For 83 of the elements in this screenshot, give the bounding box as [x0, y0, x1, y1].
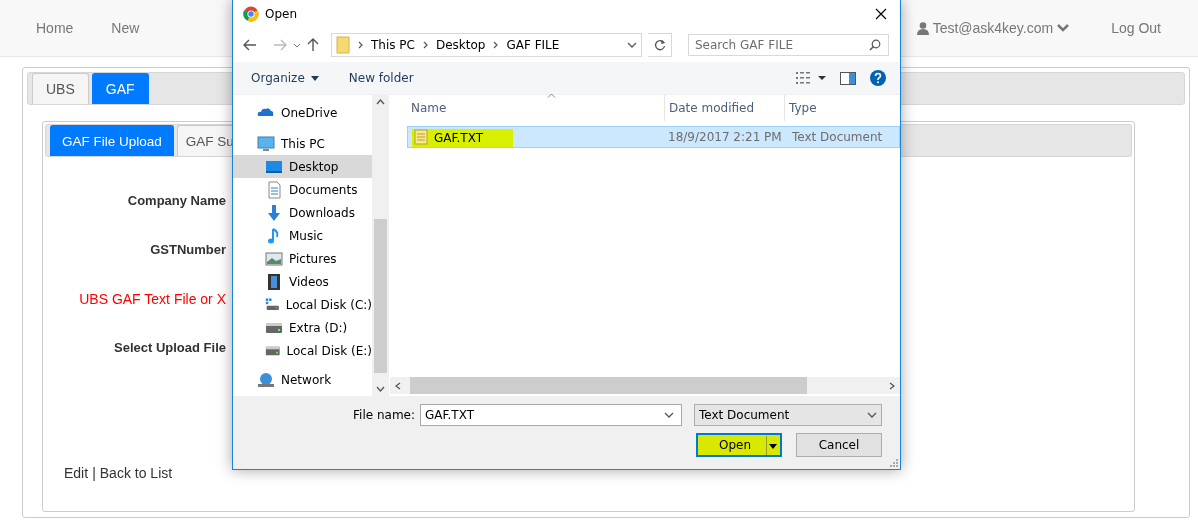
tab[interactable]: GAF — [91, 73, 149, 104]
caret-down-icon[interactable] — [627, 42, 637, 48]
tab[interactable]: UBS — [32, 73, 89, 104]
refresh-icon — [653, 39, 666, 51]
file-name-field[interactable]: GAF.TXT — [420, 404, 682, 426]
dialog-button[interactable]: Open — [696, 433, 782, 457]
folder-icon — [336, 36, 350, 54]
down-arrow-icon — [265, 203, 283, 222]
text-file-icon — [414, 129, 428, 145]
nav-item[interactable]: Desktop — [233, 155, 372, 178]
chevron-right-icon — [358, 41, 363, 49]
nav-item[interactable]: Pictures — [233, 247, 372, 270]
close-icon — [875, 8, 887, 20]
nav-item[interactable]: Downloads — [233, 201, 372, 224]
back-link[interactable]: Back to List — [99, 465, 173, 481]
nav-link[interactable]: Home — [36, 20, 74, 36]
film-icon — [265, 272, 283, 291]
scroll-up-icon[interactable] — [376, 99, 385, 105]
file-type-select[interactable]: Text Document — [694, 404, 882, 426]
up-arrow-icon[interactable] — [307, 38, 319, 52]
field-label: File name: — [352, 407, 415, 424]
refresh-button[interactable] — [648, 33, 672, 57]
sort-caret-icon — [547, 93, 556, 98]
file-name: GAF.TXT — [412, 129, 513, 147]
globe-icon — [257, 370, 275, 389]
caret-down-icon — [766, 436, 778, 456]
user-menu[interactable]: Test@ask4key.com — [932, 20, 1054, 36]
scrollbar-thumb[interactable] — [374, 219, 387, 373]
nav-item[interactable]: Documents — [233, 178, 372, 201]
date-cell-text: 18/9/2017 2:21 PM — [668, 130, 783, 144]
nav-item[interactable]: Local Disk (C:) — [233, 293, 372, 316]
nav-item[interactable]: Music — [233, 224, 372, 247]
form-label: Select Upload File — [113, 339, 226, 357]
dialog-title: Open — [265, 7, 298, 21]
logout-link[interactable]: Log Out — [1111, 20, 1161, 36]
browser-logo-icon — [243, 6, 259, 22]
form-label: UBS GAF Text File or X — [78, 290, 226, 308]
column-header[interactable]: Date modified — [665, 95, 785, 121]
resize-grip-icon[interactable] — [890, 459, 898, 467]
tab[interactable]: GAF File Upload — [50, 125, 174, 156]
chevron-right-icon — [422, 41, 428, 49]
help-icon[interactable] — [870, 70, 886, 86]
nav-item[interactable]: Extra (D:) — [233, 316, 372, 339]
breadcrumb-item[interactable]: Desktop — [435, 38, 486, 52]
breadcrumb-item[interactable]: GAF FILE — [506, 38, 560, 52]
column-header[interactable]: Type — [785, 95, 817, 121]
nav-item[interactable]: Network — [233, 368, 372, 391]
back-arrow-icon[interactable] — [243, 39, 257, 51]
nav-item[interactable]: Local Disk (E:) — [233, 339, 372, 362]
dialog-button[interactable]: Cancel — [796, 433, 882, 457]
nav-item[interactable]: OneDrive — [233, 101, 372, 124]
organize-button[interactable]: Organize — [251, 71, 319, 85]
caret-down-icon — [867, 412, 877, 418]
scroll-left-icon[interactable] — [395, 382, 401, 390]
caret-down-icon — [310, 75, 319, 81]
chevron-right-icon — [493, 41, 499, 49]
scroll-down-icon[interactable] — [376, 386, 385, 392]
scrollbar-thumb[interactable] — [410, 377, 807, 394]
nav-item[interactable]: Videos — [233, 270, 372, 293]
new-folder-button[interactable]: New folder — [348, 71, 414, 85]
caret-down-icon[interactable] — [664, 412, 674, 418]
preview-pane-icon[interactable] — [840, 71, 856, 85]
user-icon — [916, 21, 929, 35]
view-options-icon[interactable] — [796, 72, 826, 84]
picture-frame-icon — [265, 249, 283, 268]
computer-icon — [257, 134, 275, 153]
edit-link[interactable]: Edit — [64, 465, 89, 481]
caret-down-icon[interactable] — [293, 42, 301, 48]
scroll-right-icon[interactable] — [889, 382, 895, 390]
chevron-down-icon — [1057, 24, 1070, 32]
nav-link[interactable]: New — [111, 20, 140, 36]
file-row[interactable]: GAF.TXT 18/9/2017 2:21 PM Text Document — [407, 126, 900, 148]
column-header[interactable]: Name — [407, 95, 665, 121]
document-icon — [265, 180, 283, 199]
form-label: GSTNumber — [149, 241, 226, 259]
breadcrumb-item[interactable]: This PC — [371, 38, 415, 52]
form-label: Company Name — [126, 192, 226, 210]
search-icon — [869, 39, 881, 51]
search-field[interactable]: Search GAF FILE — [688, 34, 889, 56]
nav-item[interactable]: This PC — [233, 132, 372, 155]
address-bar[interactable]: This PC Desktop GAF FILE — [331, 33, 642, 57]
type-cell-text: Text Document — [791, 130, 883, 144]
separator: | — [92, 465, 96, 481]
